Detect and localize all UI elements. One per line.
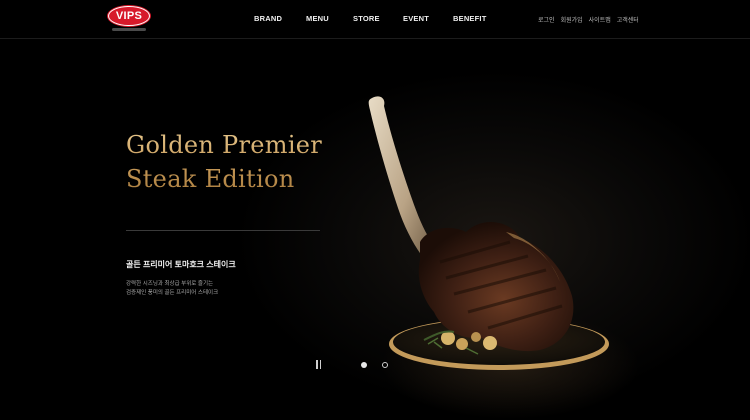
headline-divider [126,230,320,231]
nav-menu[interactable]: MENU [306,14,353,23]
hero-headline: Golden Premier Steak Edition [126,128,322,196]
main-nav: BRAND MENU STORE EVENT BENEFIT [254,14,486,23]
tomahawk-steak-image [368,96,609,370]
headline-line-2: Steak Edition [126,165,295,193]
logo-tagline-mark [112,28,146,31]
logo-text: VIPS [115,10,143,22]
utility-menu: 로그인 회원가입 사이트맵 고객센터 [538,15,639,24]
pause-icon-bar-left [316,360,318,369]
slide-dot-1[interactable] [361,362,367,368]
description-line-1: 강력한 시즈닝과 최상급 부위로 즐기는 [126,281,214,287]
login-link[interactable]: 로그인 [538,15,555,24]
site-header: VIPS BRAND MENU STORE EVENT BENEFIT 로그인 … [0,0,750,39]
sitemap-link[interactable]: 사이트맵 [589,15,611,24]
product-description: 강력한 시즈닝과 최상급 부위로 즐기는 검증제인 풍미의 골든 프리미어 스테… [126,280,218,298]
customer-center-link[interactable]: 고객센터 [617,15,639,24]
nav-store[interactable]: STORE [353,14,403,23]
pause-icon-bar-right [319,360,321,369]
slider-pause-button[interactable] [316,360,322,369]
product-name: 골든 프리미어 토마호크 스테이크 [126,260,236,269]
headline-line-1: Golden Premier [126,131,323,159]
description-line-2: 검증제인 풍미의 골든 프리미어 스테이크 [126,290,219,296]
nav-brand[interactable]: BRAND [254,14,306,23]
vips-logo[interactable]: VIPS [108,6,150,34]
slide-dot-2[interactable] [382,362,388,368]
hero-banner: Golden Premier Steak Edition 골든 프리미어 토마호… [0,40,750,420]
logo-badge: VIPS [108,6,150,26]
nav-event[interactable]: EVENT [403,14,453,23]
nav-benefit[interactable]: BENEFIT [453,14,486,23]
signup-link[interactable]: 회원가입 [561,15,583,24]
